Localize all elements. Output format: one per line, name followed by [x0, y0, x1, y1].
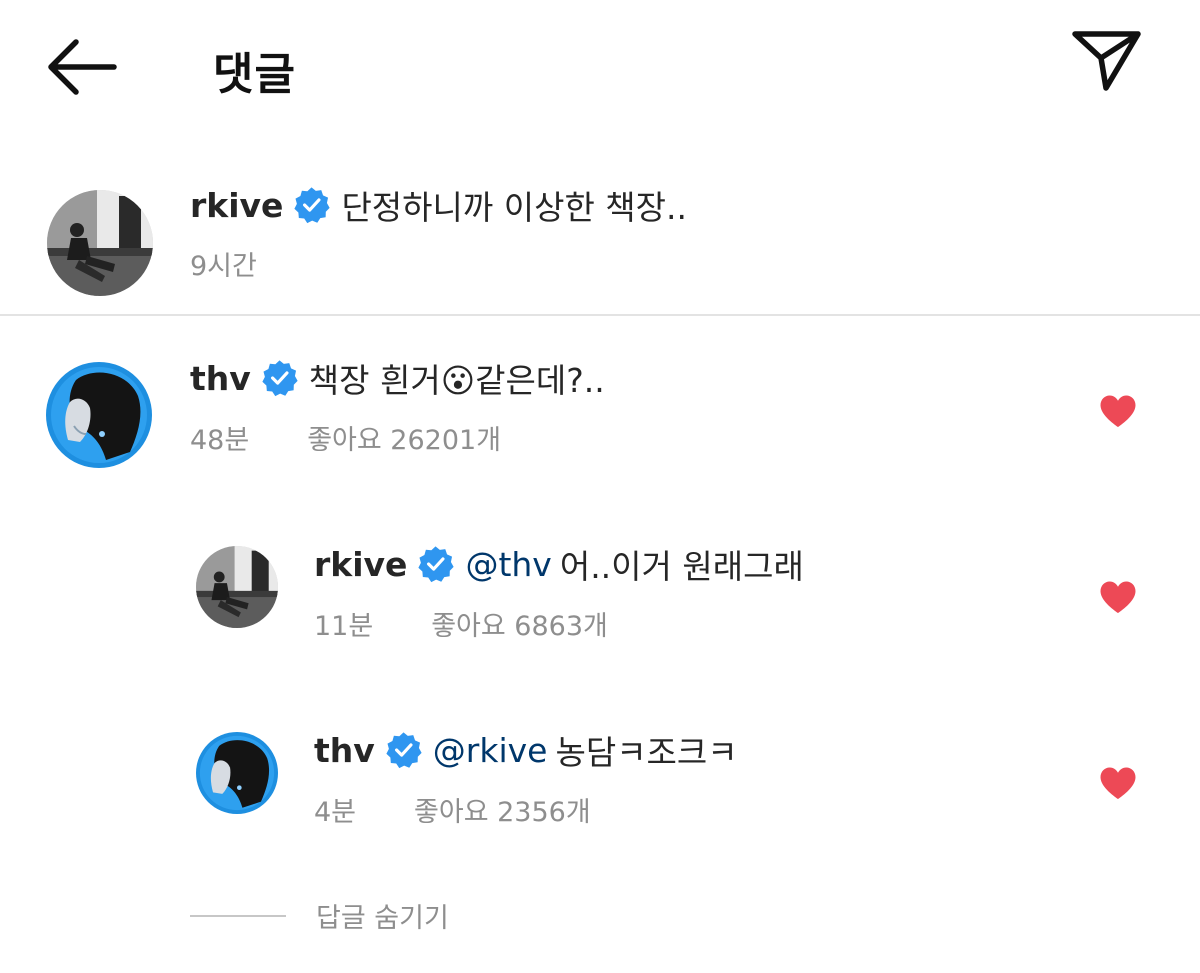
avatar-thv[interactable]	[196, 732, 278, 814]
caption-line: rkive 단정하니까 이상한 책장..	[190, 182, 687, 228]
username[interactable]: thv	[314, 731, 375, 770]
verified-badge-icon	[384, 731, 423, 769]
username[interactable]: rkive	[314, 545, 407, 584]
post-caption: rkive 단정하니까 이상한 책장.. 9시간	[0, 160, 1200, 316]
avatar-image	[196, 546, 278, 628]
heart-icon[interactable]	[1099, 580, 1137, 614]
timestamp: 9시간	[190, 251, 257, 282]
hide-replies-label: 답글 숨기기	[316, 903, 449, 934]
avatar-rkive[interactable]	[196, 546, 278, 628]
mention-link[interactable]: @thv	[465, 545, 551, 584]
username[interactable]: rkive	[190, 186, 283, 225]
avatar-image	[46, 362, 152, 468]
comment-meta: 48분 좋아요 26201개	[190, 418, 501, 457]
share-button[interactable]	[1070, 28, 1144, 94]
reply-line: rkive @thv 어..이거 원래그래	[314, 541, 804, 587]
comment-line: thv 책장 흰거😮같은데?..	[190, 355, 605, 401]
comment-text: 책장 흰거😮같은데?..	[308, 361, 605, 400]
verified-badge-icon	[293, 186, 332, 224]
page-title: 댓글	[213, 49, 296, 100]
avatar-image	[196, 732, 278, 814]
heart-icon[interactable]	[1099, 394, 1137, 428]
caption-text: 단정하니까 이상한 책장..	[341, 188, 687, 227]
verified-badge-icon	[260, 359, 299, 397]
timestamp: 4분	[314, 797, 357, 828]
avatar-thv[interactable]	[46, 362, 152, 468]
avatar-image	[47, 190, 153, 296]
likes-count[interactable]: 좋아요 2356개	[414, 790, 591, 829]
reply-meta: 11분 좋아요 6863개	[314, 604, 608, 643]
likes-count[interactable]: 좋아요 6863개	[431, 604, 608, 643]
comment-text: 농담ㅋ조크ㅋ	[555, 733, 738, 772]
avatar-rkive[interactable]	[47, 190, 153, 296]
timestamp: 48분	[190, 425, 250, 456]
reply-line: thv @rkive 농담ㅋ조크ㅋ	[314, 727, 738, 773]
likes-count[interactable]: 좋아요 26201개	[307, 418, 501, 457]
username[interactable]: thv	[190, 359, 251, 398]
caption-meta: 9시간	[190, 244, 257, 283]
timestamp: 11분	[314, 611, 374, 642]
arrow-left-icon	[48, 39, 117, 95]
mention-link[interactable]: @rkive	[433, 731, 548, 770]
back-button[interactable]	[44, 36, 120, 98]
divider-line	[190, 914, 286, 917]
comment-text: 어..이거 원래그래	[559, 547, 804, 586]
heart-icon[interactable]	[1099, 766, 1137, 800]
app-header: 댓글	[0, 0, 1200, 130]
verified-badge-icon	[417, 545, 456, 583]
reply-meta: 4분 좋아요 2356개	[314, 790, 591, 829]
paper-plane-icon	[1072, 31, 1141, 91]
hide-replies-button[interactable]: 답글 숨기기	[190, 896, 449, 935]
